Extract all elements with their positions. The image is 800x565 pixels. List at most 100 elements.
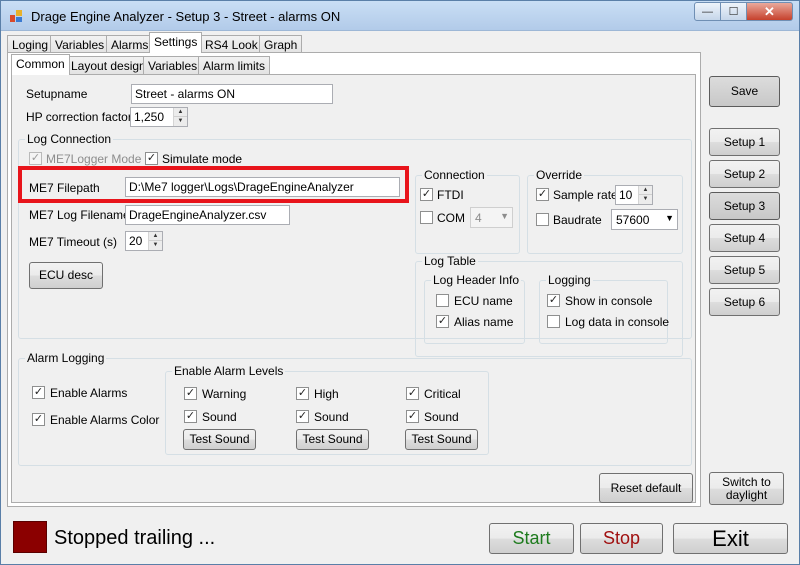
enable-alarms-label: Enable Alarms bbox=[50, 386, 128, 400]
subtab-alarm-limits[interactable]: Alarm limits bbox=[198, 56, 270, 74]
me7logger-mode-label: ME7Logger Mode bbox=[46, 152, 142, 166]
subtab-common[interactable]: Common bbox=[11, 54, 70, 75]
high-label: High bbox=[314, 387, 339, 401]
warning-sound-checkbox[interactable]: ✓ bbox=[184, 410, 197, 423]
me7-log-filename-label: ME7 Log Filename bbox=[29, 208, 130, 222]
stepper-down-icon[interactable]: ▼ bbox=[639, 195, 652, 204]
tab-rs4-look[interactable]: RS4 Look bbox=[200, 35, 263, 53]
sample-rate-label: Sample rate bbox=[553, 188, 618, 202]
stepper-down-icon[interactable]: ▼ bbox=[174, 117, 187, 126]
maximize-button[interactable]: ☐ bbox=[721, 2, 747, 21]
simulate-mode-label: Simulate mode bbox=[162, 152, 243, 166]
setup-5-button[interactable]: Setup 5 bbox=[709, 256, 780, 284]
simulate-mode-checkbox[interactable]: ✓ bbox=[145, 152, 158, 165]
title-bar[interactable]: Drage Engine Analyzer - Setup 3 - Street… bbox=[1, 1, 799, 31]
sample-rate-checkbox[interactable]: ✓ bbox=[536, 188, 549, 201]
baudrate-label: Baudrate bbox=[553, 213, 602, 227]
logging-group: Logging bbox=[539, 273, 668, 344]
baudrate-value: 57600 bbox=[616, 213, 650, 227]
subtab-variables[interactable]: Variables bbox=[143, 56, 203, 74]
warning-checkbox[interactable]: ✓ bbox=[184, 387, 197, 400]
log-data-in-console-label: Log data in console bbox=[565, 315, 670, 329]
ecu-name-checkbox[interactable] bbox=[436, 294, 449, 307]
critical-sound-checkbox[interactable]: ✓ bbox=[406, 410, 419, 423]
enable-alarms-color-checkbox[interactable]: ✓ bbox=[32, 413, 45, 426]
high-checkbox[interactable]: ✓ bbox=[296, 387, 309, 400]
start-button[interactable]: Start bbox=[489, 523, 574, 554]
tab-variables[interactable]: Variables bbox=[50, 35, 110, 53]
setup-1-button[interactable]: Setup 1 bbox=[709, 128, 780, 156]
app-window: Drage Engine Analyzer - Setup 3 - Street… bbox=[0, 0, 800, 565]
window-title: Drage Engine Analyzer - Setup 3 - Street… bbox=[31, 9, 341, 24]
save-button[interactable]: Save bbox=[709, 76, 780, 107]
high-sound-label: Sound bbox=[314, 410, 349, 424]
override-title: Override bbox=[534, 168, 585, 182]
show-in-console-checkbox[interactable]: ✓ bbox=[547, 294, 560, 307]
setup-6-button[interactable]: Setup 6 bbox=[709, 288, 780, 316]
hp-correction-label: HP correction factor bbox=[26, 110, 132, 124]
com-port-select[interactable]: 4 ▼ bbox=[470, 207, 513, 228]
critical-checkbox[interactable]: ✓ bbox=[406, 387, 419, 400]
stepper-down-icon[interactable]: ▼ bbox=[149, 241, 162, 250]
high-test-sound-button[interactable]: Test Sound bbox=[296, 429, 369, 450]
connection-title: Connection bbox=[422, 168, 487, 182]
com-label: COM bbox=[437, 211, 465, 225]
stepper-up-icon[interactable]: ▲ bbox=[174, 108, 187, 117]
me7logger-mode-checkbox[interactable]: ✓ bbox=[29, 152, 42, 165]
reset-default-button[interactable]: Reset default bbox=[599, 473, 693, 503]
baudrate-select[interactable]: 57600 ▼ bbox=[611, 209, 678, 230]
status-text: Stopped trailing ... bbox=[54, 527, 216, 549]
setup-2-button[interactable]: Setup 2 bbox=[709, 160, 780, 188]
ecu-desc-button[interactable]: ECU desc bbox=[29, 262, 103, 289]
ftdi-label: FTDI bbox=[437, 188, 464, 202]
tab-settings[interactable]: Settings bbox=[149, 32, 203, 53]
status-indicator bbox=[13, 521, 47, 553]
stepper-up-icon[interactable]: ▲ bbox=[149, 232, 162, 241]
setup-3-button[interactable]: Setup 3 bbox=[709, 192, 780, 220]
stepper-up-icon[interactable]: ▲ bbox=[639, 186, 652, 195]
switch-daylight-button[interactable]: Switch to daylight bbox=[709, 472, 784, 505]
warning-sound-label: Sound bbox=[202, 410, 237, 424]
log-data-in-console-checkbox[interactable] bbox=[547, 315, 560, 328]
tab-alarms[interactable]: Alarms bbox=[106, 35, 154, 53]
baudrate-checkbox[interactable] bbox=[536, 213, 549, 226]
app-icon bbox=[10, 10, 22, 22]
me7-log-filename-input[interactable]: DrageEngineAnalyzer.csv bbox=[125, 205, 290, 225]
hp-correction-stepper[interactable]: 1,250 ▲ ▼ bbox=[130, 107, 188, 127]
subtab-layout-design[interactable]: Layout design bbox=[66, 56, 151, 74]
enable-alarms-color-label: Enable Alarms Color bbox=[50, 413, 160, 427]
log-header-info-group: Log Header Info bbox=[424, 273, 525, 344]
sample-rate-stepper[interactable]: 10 ▲ ▼ bbox=[615, 185, 653, 205]
settings-tab-page: Common Layout design Variables Alarm lim… bbox=[7, 52, 701, 507]
stop-button[interactable]: Stop bbox=[580, 523, 663, 554]
sample-rate-value: 10 bbox=[619, 188, 633, 202]
tab-loging[interactable]: Loging bbox=[7, 35, 54, 53]
ftdi-checkbox[interactable]: ✓ bbox=[420, 188, 433, 201]
setupname-input[interactable]: Street - alarms ON bbox=[131, 84, 333, 104]
hp-correction-value: 1,250 bbox=[134, 110, 165, 124]
me7-timeout-stepper[interactable]: 20 ▲ ▼ bbox=[125, 231, 163, 251]
tab-graph[interactable]: Graph bbox=[259, 35, 303, 53]
close-button[interactable]: ✕ bbox=[747, 2, 793, 21]
critical-label: Critical bbox=[424, 387, 461, 401]
com-port-value: 4 bbox=[475, 211, 482, 225]
exit-button[interactable]: Exit bbox=[673, 523, 788, 554]
common-tab-page: Setupname Street - alarms ON HP correcti… bbox=[11, 74, 696, 503]
high-sound-checkbox[interactable]: ✓ bbox=[296, 410, 309, 423]
critical-test-sound-button[interactable]: Test Sound bbox=[405, 429, 478, 450]
setupname-label: Setupname bbox=[26, 87, 88, 101]
log-table-title: Log Table bbox=[422, 254, 478, 268]
log-connection-title: Log Connection bbox=[25, 132, 114, 146]
me7-timeout-label: ME7 Timeout (s) bbox=[29, 235, 118, 249]
chevron-down-icon: ▼ bbox=[500, 211, 509, 221]
alias-name-label: Alias name bbox=[454, 315, 514, 329]
com-checkbox[interactable] bbox=[420, 211, 433, 224]
warning-test-sound-button[interactable]: Test Sound bbox=[183, 429, 256, 450]
setup-4-button[interactable]: Setup 4 bbox=[709, 224, 780, 252]
alarm-logging-title: Alarm Logging bbox=[25, 351, 107, 365]
enable-alarms-checkbox[interactable]: ✓ bbox=[32, 386, 45, 399]
minimize-button[interactable]: — bbox=[694, 2, 721, 21]
alias-name-checkbox[interactable]: ✓ bbox=[436, 315, 449, 328]
logging-title: Logging bbox=[546, 273, 593, 287]
show-in-console-label: Show in console bbox=[565, 294, 653, 308]
